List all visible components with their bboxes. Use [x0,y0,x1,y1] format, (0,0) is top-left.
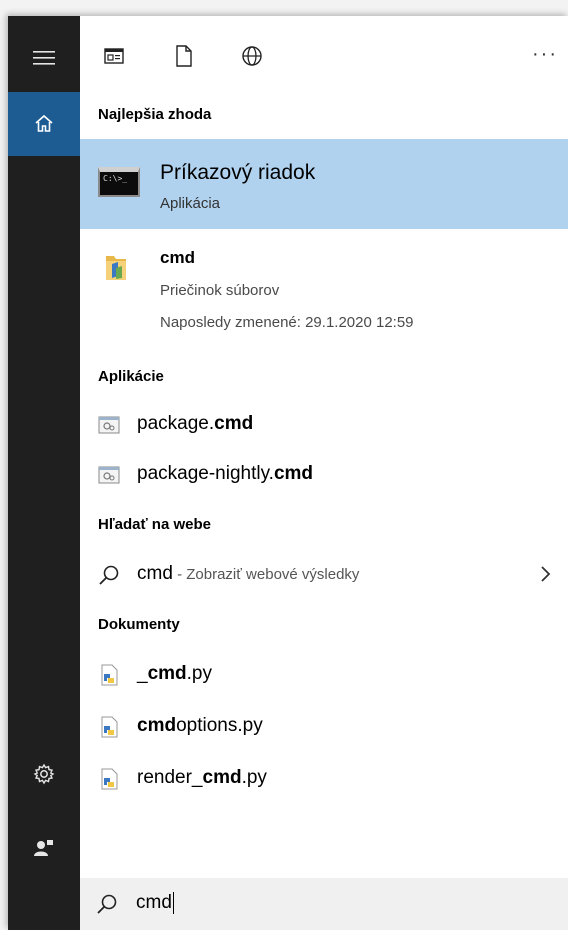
menu-button[interactable] [8,26,80,90]
news-filter-button[interactable] [102,44,126,68]
app-result-label: package-nightly.cmd [137,463,314,484]
document-result-item[interactable]: cmdoptions.py [80,704,568,750]
document-result-item[interactable]: _cmd.py [80,652,568,698]
documents-header: Dokumenty [98,616,180,633]
command-prompt-icon: C:\>_ [98,167,140,197]
web-search-label: cmd - Zobraziť webové výsledky [137,563,360,584]
menu-icon [33,51,55,65]
filter-toolbar: ··· [80,16,568,92]
document-result-label: cmdoptions.py [137,715,263,736]
folder-result-modified: Naposledy zmenené: 29.1.2020 12:59 [160,314,414,331]
search-box[interactable]: cmd [80,878,568,930]
web-search-header: Hľadať na webe [98,516,211,533]
start-search-window: ··· Najlepšia zhoda C:\>_ Príkazový riad… [8,16,568,930]
documents-filter-button[interactable] [172,44,196,68]
web-search-item[interactable]: cmd - Zobraziť webové výsledky [80,552,568,598]
app-result-item[interactable]: package.cmd [80,402,568,448]
web-filter-button[interactable] [240,44,264,68]
python-file-icon [101,664,118,686]
more-options-button[interactable]: ··· [532,44,558,64]
document-result-item[interactable]: render_cmd.py [80,756,568,802]
python-file-icon [101,716,118,738]
text-caret [172,892,174,914]
account-button[interactable] [8,816,80,880]
globe-icon [242,46,262,66]
account-icon [34,840,53,856]
settings-icon [33,763,55,785]
left-rail [8,16,80,930]
best-match-title: Príkazový riadok [160,161,316,184]
script-file-icon [98,416,120,434]
news-icon [104,48,124,64]
document-result-label: render_cmd.py [137,767,267,788]
best-match-item[interactable]: C:\>_ Príkazový riadok Aplikácia [80,139,568,229]
document-icon [176,45,192,67]
folder-icon [106,256,126,280]
folder-result-type: Priečinok súborov [160,282,280,299]
script-file-icon [98,466,120,484]
chevron-right-icon [541,566,551,582]
folder-result-item[interactable]: cmd Priečinok súborov Naposledy zmenené:… [80,238,568,348]
app-result-item[interactable]: package-nightly.cmd [80,452,568,498]
search-icon [97,894,117,914]
settings-button[interactable] [8,742,80,806]
home-button[interactable] [8,92,80,156]
app-result-label: package.cmd [137,413,254,434]
search-icon [99,565,119,585]
best-match-subtitle: Aplikácia [160,195,221,212]
search-input[interactable]: cmd [136,892,174,914]
best-match-header: Najlepšia zhoda [98,106,212,123]
search-results-pane: ··· Najlepšia zhoda C:\>_ Príkazový riad… [80,16,568,930]
document-result-label: _cmd.py [137,663,213,684]
python-file-icon [101,768,118,790]
home-icon [35,114,53,132]
folder-result-title: cmd [160,248,195,267]
apps-header: Aplikácie [98,368,164,385]
